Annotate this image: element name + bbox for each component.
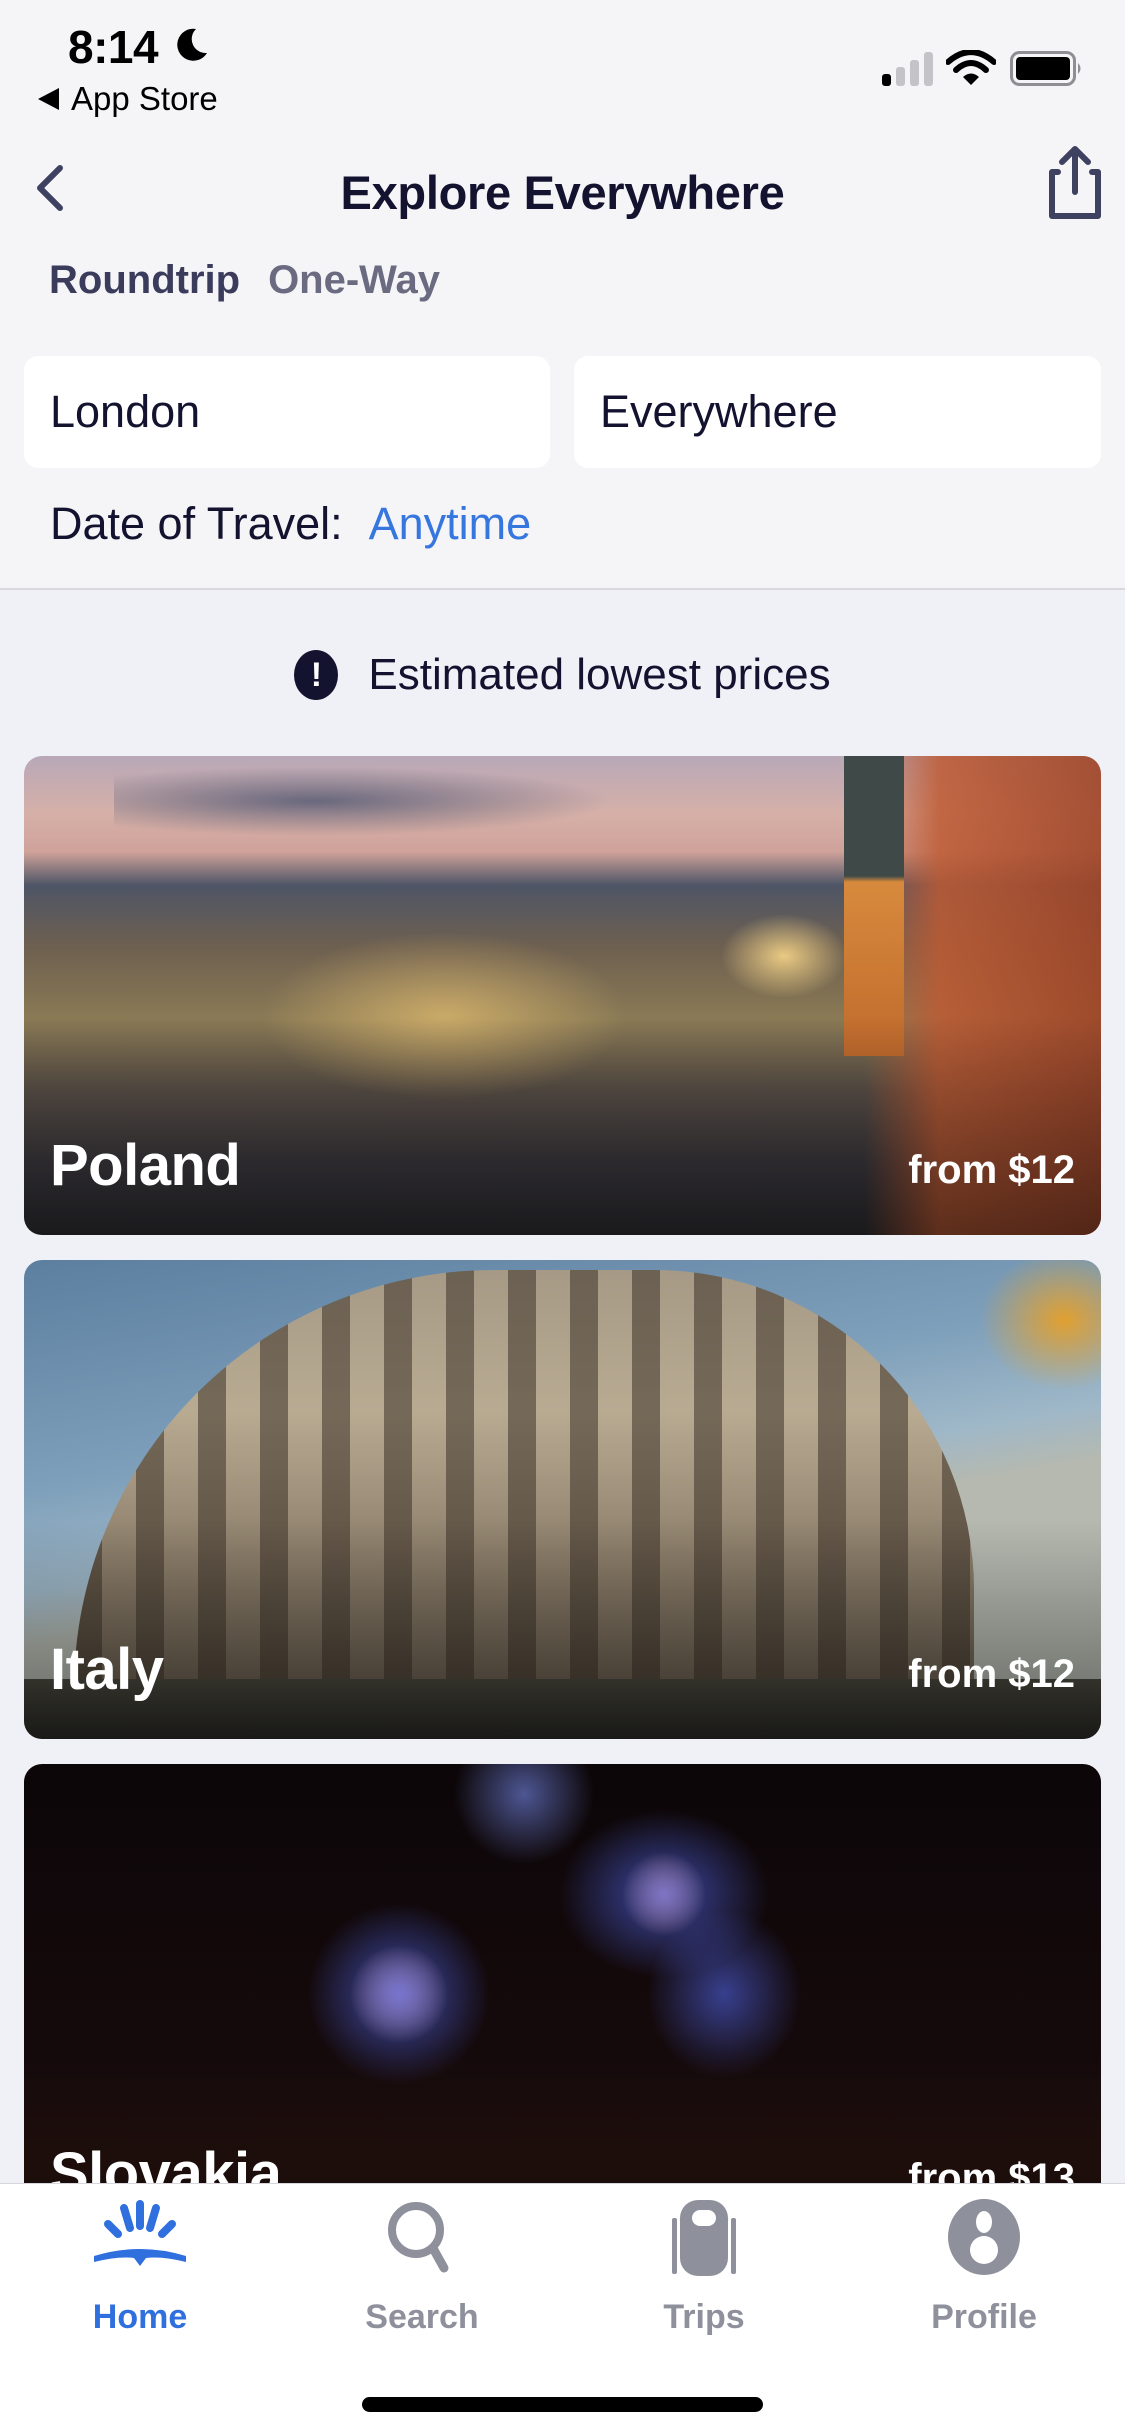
back-app-label: App Store — [71, 80, 218, 117]
origin-value: London — [50, 386, 201, 437]
exclamation-circle-icon: ! — [294, 650, 339, 700]
destination-card-italy[interactable]: Italy from $12 — [24, 1260, 1101, 1739]
destination-value: Everywhere — [600, 386, 838, 437]
luggage-icon — [672, 2200, 736, 2276]
image-shade — [24, 1015, 1101, 1235]
date-value-link[interactable]: Anytime — [369, 498, 532, 550]
image-shade — [24, 1519, 1101, 1739]
tab-label: Home — [92, 2298, 188, 2336]
origin-field[interactable]: London — [24, 356, 550, 468]
tab-roundtrip[interactable]: Roundtrip — [49, 258, 240, 303]
home-sunrise-icon — [94, 2200, 186, 2266]
tab-profile[interactable]: Profile — [884, 2198, 1084, 2337]
clouds-decoration — [114, 766, 614, 836]
date-label: Date of Travel: — [50, 498, 343, 549]
tab-one-way[interactable]: One-Way — [268, 258, 440, 303]
status-time: 8:14 — [68, 21, 159, 73]
section-divider — [0, 588, 1125, 590]
tab-trips[interactable]: Trips — [604, 2198, 804, 2337]
wifi-icon — [946, 50, 996, 85]
back-to-app-store[interactable]: App Store — [38, 80, 218, 118]
destination-name: Italy — [50, 1637, 164, 1702]
share-button[interactable] — [1044, 144, 1104, 220]
cellular-signal-icon — [882, 52, 933, 86]
profile-icon — [948, 2199, 1020, 2275]
search-icon — [388, 2202, 449, 2273]
page-title: Explore Everywhere — [340, 166, 785, 219]
destination-card-slovakia[interactable]: Slovakia from $13 — [24, 1764, 1101, 2243]
tab-home[interactable]: Home — [40, 2198, 240, 2337]
tab-label: Search — [365, 2298, 479, 2336]
trip-type-selector: Roundtrip One-Way — [49, 258, 440, 303]
back-triangle-icon — [38, 88, 59, 110]
moon-icon — [177, 28, 207, 61]
tab-label: Trips — [663, 2298, 745, 2336]
destination-card-poland[interactable]: Poland from $12 — [24, 756, 1101, 1235]
tab-search[interactable]: Search — [322, 2198, 522, 2337]
notice-text: Estimated lowest prices — [368, 650, 831, 699]
estimated-prices-notice: ! Estimated lowest prices — [0, 650, 1125, 700]
destination-name: Poland — [50, 1133, 241, 1198]
tab-label: Profile — [931, 2298, 1037, 2336]
clock-tower-decoration — [844, 756, 904, 1056]
date-of-travel-row: Date of Travel: Anytime — [50, 498, 531, 550]
destination-field[interactable]: Everywhere — [574, 356, 1101, 468]
battery-icon — [1010, 51, 1081, 86]
destination-price: from $12 — [908, 1148, 1075, 1192]
destination-price: from $12 — [908, 1652, 1075, 1696]
home-indicator[interactable] — [362, 2397, 763, 2412]
